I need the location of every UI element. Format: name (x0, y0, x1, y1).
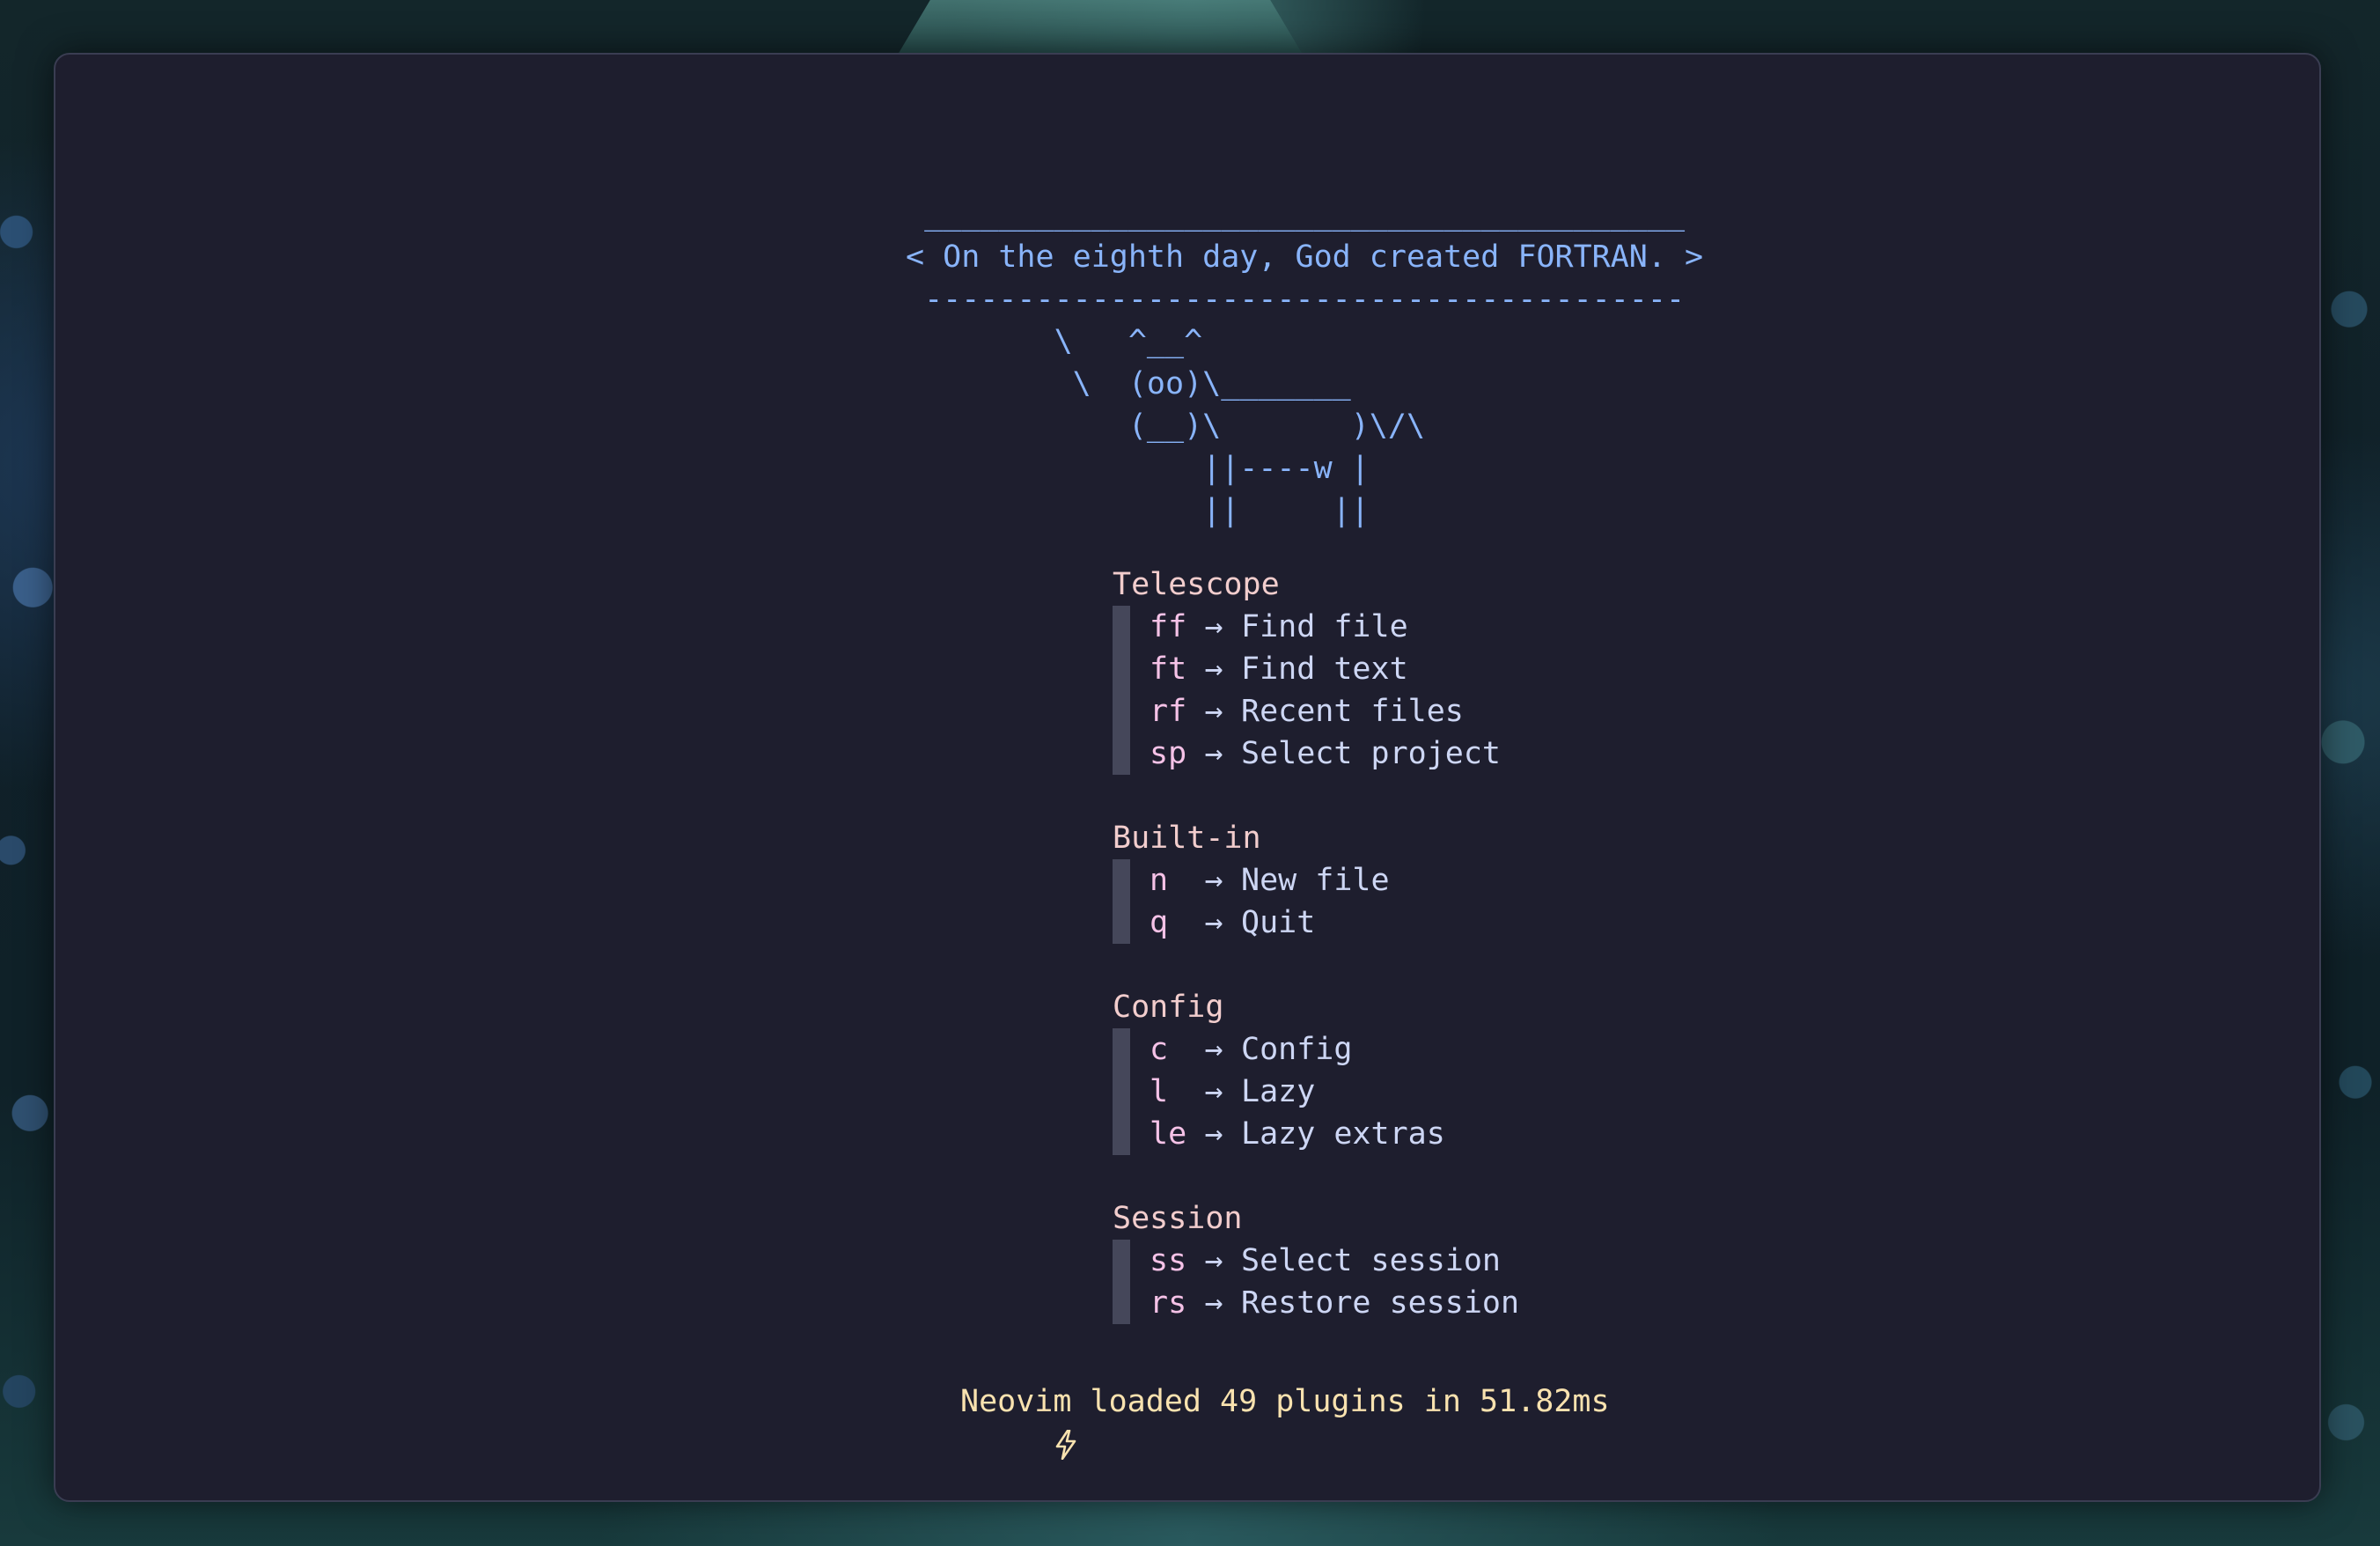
menu-item-quit[interactable]: q → Quit (1150, 902, 1519, 944)
menu-item-new-file[interactable]: n → New file (1150, 859, 1519, 902)
item-label: Find file (1241, 609, 1408, 644)
lightning-bolt-icon (906, 1387, 1076, 1461)
item-label: Find text (1241, 652, 1408, 687)
section-session: Session ss → Select session rs → Restore… (1113, 1197, 1519, 1324)
item-label: Restore session (1241, 1285, 1520, 1321)
item-label: Quit (1241, 905, 1316, 940)
startup-stats: Neovim loaded 49 plugins in 51.82ms (960, 1384, 1610, 1419)
item-key: ft (1150, 652, 1187, 687)
item-label: Select project (1241, 736, 1502, 771)
item-key: rs (1150, 1285, 1187, 1321)
section-bar (1113, 859, 1130, 944)
cowsay-line: || || (906, 493, 1370, 528)
section-config: Config c → Config l → Lazy le → Lazy ext… (1113, 986, 1519, 1155)
menu-item-select-project[interactable]: sp → Select project (1150, 733, 1519, 775)
cowsay-line: \ (oo)\_______ (906, 366, 1351, 401)
arrow-icon: → (1204, 1032, 1223, 1067)
arrow-icon: → (1204, 1285, 1223, 1321)
item-key: sp (1150, 736, 1187, 771)
arrow-icon: → (1204, 736, 1223, 771)
cowsay-line: ----------------------------------------… (906, 282, 1686, 317)
cowsay-line: \ ^__^ (906, 324, 1203, 359)
menu-item-find-file[interactable]: ff → Find file (1150, 606, 1519, 648)
item-label: Lazy (1241, 1074, 1316, 1109)
section-items: n → New file q → Quit (1113, 859, 1519, 944)
item-label: Lazy extras (1241, 1116, 1445, 1152)
menu-item-restore-session[interactable]: rs → Restore session (1150, 1282, 1519, 1324)
startup-footer: Neovim loaded 49 plugins in 51.82ms (906, 1380, 1610, 1461)
cowsay-line: ||----w | (906, 451, 1370, 486)
item-label: Select session (1241, 1243, 1502, 1278)
wallpaper-foliage-right (2318, 0, 2380, 1546)
arrow-icon: → (1204, 863, 1223, 898)
arrow-icon: → (1204, 1243, 1223, 1278)
section-title: Session (1113, 1201, 1243, 1236)
cowsay-header: ________________________________________… (906, 194, 1703, 532)
section-items: ff → Find file ft → Find text rf → Recen… (1113, 606, 1519, 775)
item-key: rf (1150, 694, 1187, 729)
item-label: Config (1241, 1032, 1353, 1067)
arrow-icon: → (1204, 905, 1223, 940)
item-key: ss (1150, 1243, 1187, 1278)
section-bar (1113, 1240, 1130, 1324)
arrow-icon: → (1204, 609, 1223, 644)
item-key: n (1150, 863, 1169, 898)
arrow-icon: → (1204, 694, 1223, 729)
section-title: Config (1113, 990, 1224, 1025)
cowsay-quote: < On the eighth day, God created FORTRAN… (906, 239, 1704, 275)
item-key: l (1150, 1074, 1169, 1109)
cowsay-line: ________________________________________… (906, 197, 1686, 232)
item-label: New file (1241, 863, 1390, 898)
wallpaper-path (898, 0, 1303, 55)
menu-item-select-session[interactable]: ss → Select session (1150, 1240, 1519, 1282)
section-items: c → Config l → Lazy le → Lazy extras (1113, 1028, 1519, 1155)
section-title: Built-in (1113, 821, 1261, 856)
menu-item-find-text[interactable]: ft → Find text (1150, 648, 1519, 690)
item-label: Recent files (1241, 694, 1464, 729)
section-items: ss → Select session rs → Restore session (1113, 1240, 1519, 1324)
neovim-dashboard: ________________________________________… (55, 55, 2319, 1500)
section-built-in: Built-in n → New file q → Quit (1113, 817, 1519, 944)
menu-item-lazy[interactable]: l → Lazy (1150, 1071, 1519, 1113)
section-title: Telescope (1113, 567, 1280, 602)
item-key: ff (1150, 609, 1187, 644)
menu-item-recent-files[interactable]: rf → Recent files (1150, 690, 1519, 733)
terminal-window[interactable]: ________________________________________… (54, 53, 2321, 1502)
menu-item-config[interactable]: c → Config (1150, 1028, 1519, 1071)
arrow-icon: → (1204, 1116, 1223, 1152)
wallpaper-foliage-left (0, 0, 55, 1546)
dashboard-menu: Telescope ff → Find file ft → Find text … (1113, 563, 1519, 1366)
section-telescope: Telescope ff → Find file ft → Find text … (1113, 563, 1519, 775)
section-bar (1113, 606, 1130, 775)
menu-item-lazy-extras[interactable]: le → Lazy extras (1150, 1113, 1519, 1155)
item-key: q (1150, 905, 1169, 940)
item-key: le (1150, 1116, 1187, 1152)
arrow-icon: → (1204, 1074, 1223, 1109)
item-key: c (1150, 1032, 1169, 1067)
cowsay-line: (__)\ )\/\ (906, 409, 1426, 444)
section-bar (1113, 1028, 1130, 1155)
arrow-icon: → (1204, 652, 1223, 687)
